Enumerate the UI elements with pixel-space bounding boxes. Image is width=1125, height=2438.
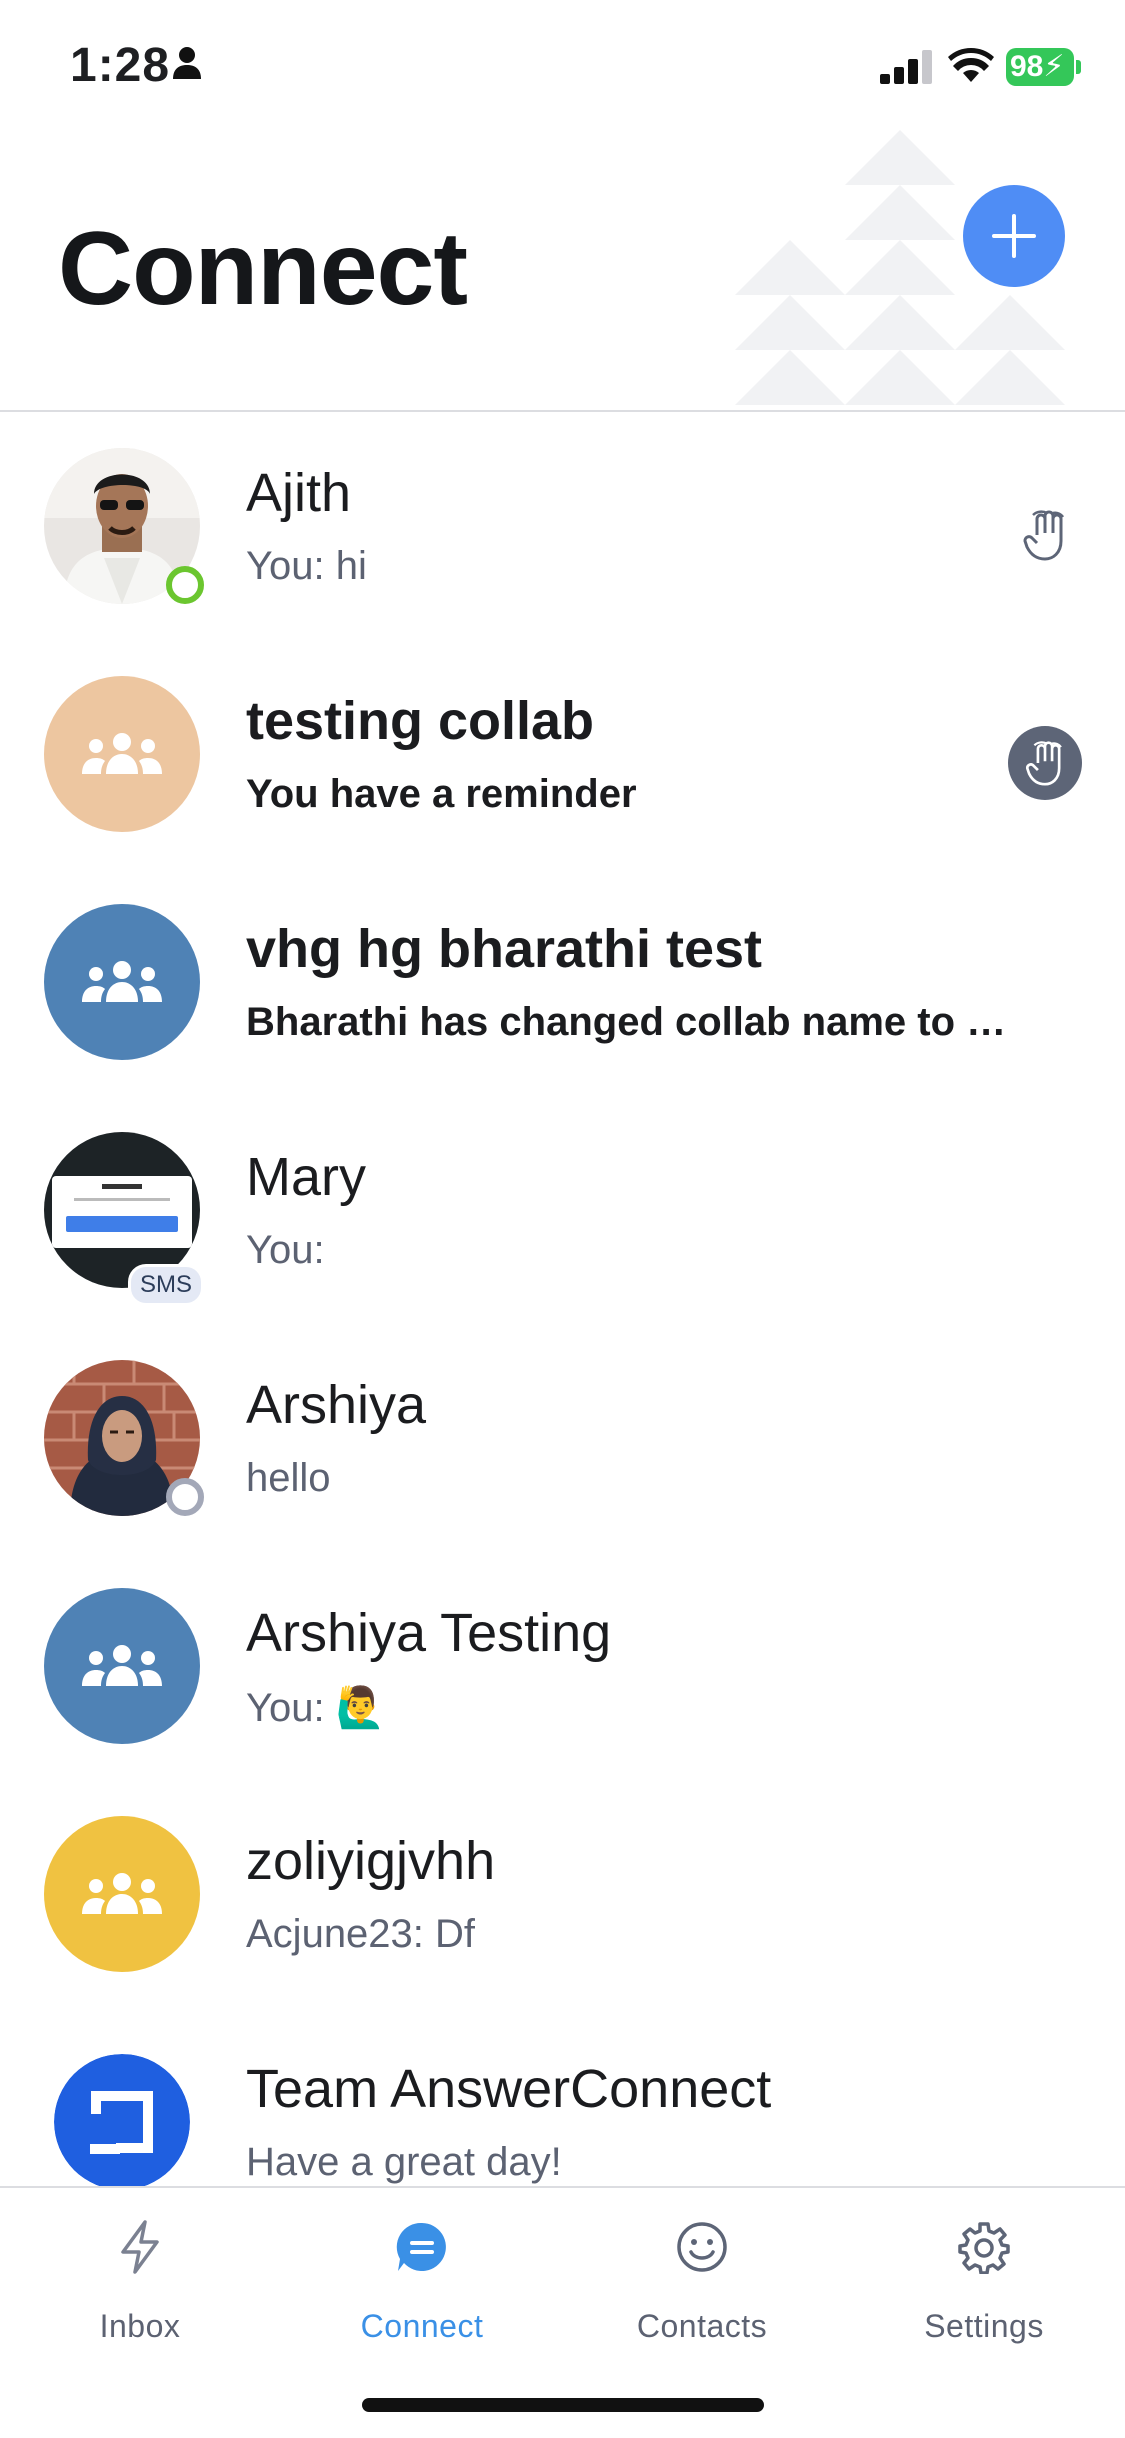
tab-inbox[interactable]: Inbox bbox=[40, 2216, 240, 2345]
battery-indicator: 98⚡ bbox=[1006, 48, 1074, 86]
conversation-row-mary[interactable]: SMS Mary You: bbox=[0, 1096, 1125, 1324]
conversation-preview: You have a reminder bbox=[246, 772, 637, 816]
conversation-name: testing collab bbox=[246, 691, 595, 751]
conversation-name: zoliyigjvhh bbox=[246, 1831, 496, 1891]
gear-icon bbox=[958, 2222, 1010, 2274]
group-avatar bbox=[44, 1588, 200, 1744]
conversation-name: Team AnswerConnect bbox=[246, 2059, 772, 2119]
conversation-preview: You: bbox=[246, 1228, 325, 1272]
tab-connect[interactable]: Connect bbox=[322, 2216, 522, 2345]
page-title: Connect bbox=[58, 211, 468, 327]
smiley-icon bbox=[677, 2222, 727, 2272]
chat-bubble-icon bbox=[396, 2222, 446, 2271]
group-avatar bbox=[44, 676, 200, 832]
conversation-list: Ajith You: hi testing collab You have a … bbox=[0, 412, 1125, 2188]
conversation-row-arshiya-testing[interactable]: Arshiya Testing You: 🙋‍♂️ bbox=[0, 1552, 1125, 1780]
conversation-preview: hello bbox=[246, 1456, 331, 1500]
tab-label: Inbox bbox=[99, 2308, 181, 2344]
tab-contacts[interactable]: Contacts bbox=[602, 2216, 802, 2345]
online-status-indicator bbox=[166, 566, 204, 604]
wifi-icon bbox=[948, 48, 994, 82]
page-header: Connect bbox=[0, 130, 1125, 412]
waving-hand-icon bbox=[1025, 741, 1062, 786]
charging-icon: ⚡ bbox=[1043, 50, 1065, 83]
tab-label: Connect bbox=[360, 2308, 484, 2344]
conversation-row-testing-collab[interactable]: testing collab You have a reminder bbox=[0, 640, 1125, 868]
lightning-icon bbox=[121, 2220, 159, 2274]
conversation-name: Arshiya Testing bbox=[246, 1603, 612, 1663]
conversation-row-vhg-hg-bharathi-test[interactable]: vhg hg bharathi test Bharathi has change… bbox=[0, 868, 1125, 1096]
tab-settings[interactable]: Settings bbox=[884, 2216, 1084, 2345]
conversation-preview: Have a great day! bbox=[246, 2140, 562, 2184]
conversation-name: Ajith bbox=[246, 463, 352, 523]
conversation-preview: You: 🙋‍♂️ bbox=[246, 1686, 386, 1730]
tab-label: Contacts bbox=[636, 2308, 768, 2344]
group-icon bbox=[82, 961, 162, 1002]
conversation-row-ajith[interactable]: Ajith You: hi bbox=[0, 412, 1125, 640]
cellular-signal-icon bbox=[880, 50, 932, 84]
conversation-preview: Bharathi has changed collab name to vh..… bbox=[246, 1000, 1026, 1044]
new-conversation-button[interactable] bbox=[963, 185, 1065, 287]
group-avatar bbox=[44, 1816, 200, 1972]
conversation-name: vhg hg bharathi test bbox=[246, 919, 763, 979]
conversation-row-zoliyigjvhh[interactable]: zoliyigjvhh Acjune23: Df bbox=[0, 1780, 1125, 2008]
wave-button[interactable] bbox=[1008, 498, 1082, 572]
conversation-row-team-answerconnect[interactable]: Team AnswerConnect Have a great day! bbox=[0, 2008, 1125, 2188]
status-time: 1:28 bbox=[70, 39, 171, 92]
conversation-preview: You: hi bbox=[246, 544, 367, 588]
group-icon bbox=[82, 1645, 162, 1686]
group-icon bbox=[82, 733, 162, 774]
person-icon bbox=[173, 47, 201, 79]
plus-icon bbox=[992, 214, 1036, 258]
conversation-name: Arshiya bbox=[246, 1375, 427, 1435]
home-indicator[interactable] bbox=[362, 2398, 764, 2412]
answerconnect-logo-avatar bbox=[54, 2054, 190, 2188]
status-bar: 1:28 98⚡ bbox=[0, 0, 1125, 130]
sms-badge: SMS bbox=[128, 1264, 204, 1306]
conversation-row-arshiya[interactable]: Arshiya hello bbox=[0, 1324, 1125, 1552]
conversation-name: Mary bbox=[246, 1147, 366, 1207]
group-avatar bbox=[44, 904, 200, 1060]
group-icon bbox=[82, 1873, 162, 1914]
battery-level: 98 bbox=[1010, 50, 1044, 83]
battery-tip bbox=[1076, 60, 1081, 74]
waving-hand-icon bbox=[1023, 510, 1065, 561]
away-status-indicator bbox=[166, 1478, 204, 1516]
triangle-pattern-decoration bbox=[735, 130, 1065, 405]
wave-button[interactable] bbox=[1008, 726, 1082, 800]
tab-label: Settings bbox=[924, 2308, 1044, 2344]
conversation-preview: Acjune23: Df bbox=[246, 1912, 476, 1956]
